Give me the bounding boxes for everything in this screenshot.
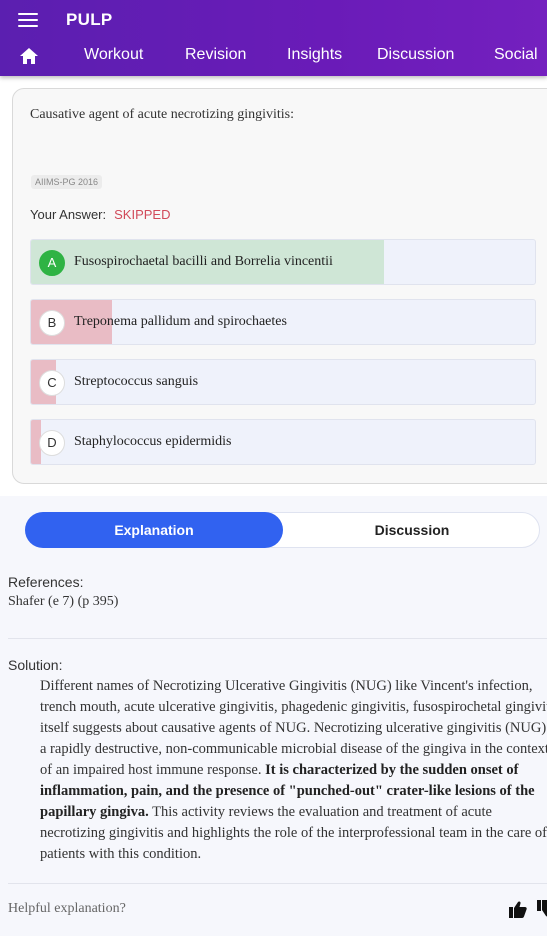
option-letter: B — [39, 310, 65, 336]
divider — [8, 883, 547, 884]
option-d[interactable]: D Staphylococcus epidermidis — [30, 419, 536, 465]
option-text: Fusospirochaetal bacilli and Borrelia vi… — [74, 254, 333, 269]
home-icon[interactable] — [20, 48, 38, 64]
option-letter: D — [39, 430, 65, 456]
question-card: Causative agent of acute necrotizing gin… — [12, 88, 547, 484]
helpful-prompt: Helpful explanation? — [8, 901, 126, 916]
question-text: Causative agent of acute necrotizing gin… — [30, 107, 294, 122]
option-a[interactable]: A Fusospirochaetal bacilli and Borrelia … — [30, 239, 536, 285]
your-answer-label: Your Answer: — [30, 207, 107, 222]
tab-insights[interactable]: Insights — [287, 46, 342, 64]
divider — [8, 638, 547, 639]
answer-status: SKIPPED — [114, 207, 171, 222]
app-bar: PULP Workout Revision Insights Discussio… — [0, 0, 547, 76]
option-letter: C — [39, 370, 65, 396]
solution-label: Solution: — [8, 657, 63, 673]
tab-revision[interactable]: Revision — [185, 46, 246, 64]
references-label: References: — [8, 574, 84, 590]
option-b[interactable]: B Treponema pallidum and spirochaetes — [30, 299, 536, 345]
explanation-panel: Explanation Discussion References: Shafe… — [0, 496, 547, 936]
solution-text: Different names of Necrotizing Ulcerativ… — [40, 676, 547, 865]
explanation-tabs: Explanation Discussion — [25, 512, 540, 548]
app-title: PULP — [66, 10, 113, 29]
tab-explanation[interactable]: Explanation — [25, 512, 283, 548]
tab-discussion-panel[interactable]: Discussion — [283, 512, 541, 548]
option-text: Streptococcus sanguis — [74, 374, 199, 389]
tab-workout[interactable]: Workout — [84, 46, 143, 64]
your-answer: Your Answer: SKIPPED — [30, 207, 170, 222]
thumbs-up-icon[interactable] — [509, 900, 527, 918]
option-letter: A — [39, 250, 65, 276]
tab-social[interactable]: Social — [494, 46, 538, 64]
option-text: Treponema pallidum and spirochaetes — [74, 314, 287, 329]
thumbs-down-icon[interactable] — [537, 900, 547, 918]
option-text: Staphylococcus epidermidis — [74, 434, 232, 449]
references-text: Shafer (e 7) (p 395) — [8, 594, 119, 609]
tab-discussion[interactable]: Discussion — [377, 46, 454, 64]
menu-icon[interactable] — [18, 12, 38, 28]
option-c[interactable]: C Streptococcus sanguis — [30, 359, 536, 405]
exam-tag: AIIMS-PG 2016 — [31, 175, 103, 189]
